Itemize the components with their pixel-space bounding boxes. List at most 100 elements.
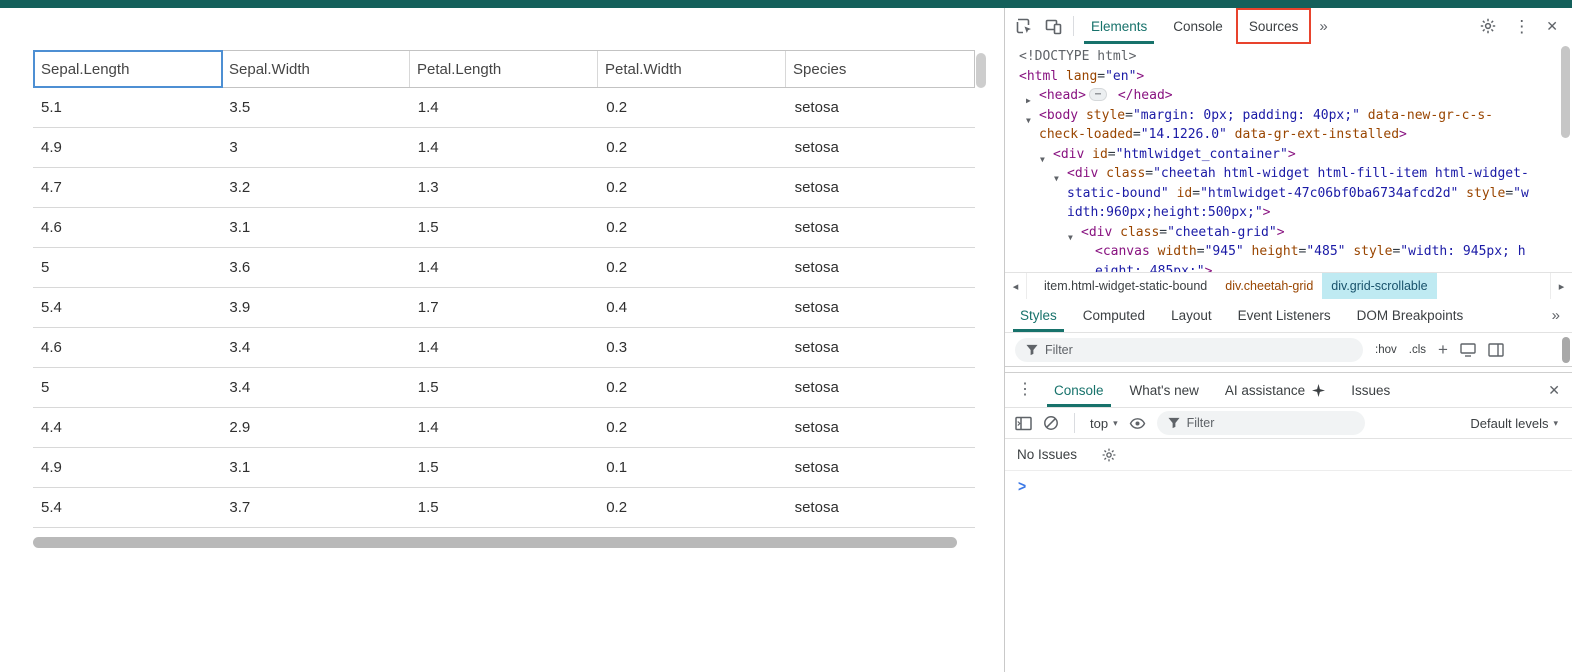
- column-header[interactable]: Sepal.Width: [222, 51, 410, 87]
- code-line[interactable]: <!DOCTYPE html>: [1005, 47, 1572, 67]
- table-cell[interactable]: 3.7: [221, 488, 409, 527]
- live-expression-eye-icon[interactable]: [1129, 417, 1146, 430]
- table-cell[interactable]: setosa: [787, 368, 975, 407]
- table-cell[interactable]: 3: [221, 128, 409, 167]
- breadcrumb-scroll-left-icon[interactable]: ◂: [1005, 273, 1027, 299]
- table-cell[interactable]: 0.2: [598, 88, 786, 127]
- table-cell[interactable]: 0.2: [598, 368, 786, 407]
- table-cell[interactable]: 3.6: [221, 248, 409, 287]
- table-cell[interactable]: 4.6: [33, 328, 221, 367]
- table-cell[interactable]: 1.4: [410, 248, 598, 287]
- table-cell[interactable]: setosa: [787, 248, 975, 287]
- table-vertical-scrollbar[interactable]: [976, 53, 986, 88]
- column-header[interactable]: Sepal.Length: [34, 51, 222, 87]
- table-cell[interactable]: 3.2: [221, 168, 409, 207]
- table-cell[interactable]: setosa: [787, 448, 975, 487]
- styles-tab-computed[interactable]: Computed: [1070, 299, 1158, 332]
- table-cell[interactable]: 5: [33, 368, 221, 407]
- table-cell[interactable]: 0.2: [598, 208, 786, 247]
- table-cell[interactable]: 4.4: [33, 408, 221, 447]
- table-cell[interactable]: setosa: [787, 488, 975, 527]
- drawer-menu-kebab-icon[interactable]: ⋮: [1005, 373, 1041, 407]
- new-style-rule-button[interactable]: +: [1438, 341, 1448, 358]
- table-cell[interactable]: 2.9: [221, 408, 409, 447]
- table-horizontal-scrollbar[interactable]: [33, 537, 957, 548]
- tab-sources[interactable]: Sources: [1236, 8, 1312, 44]
- table-cell[interactable]: 1.7: [410, 288, 598, 327]
- table-cell[interactable]: 4.9: [33, 448, 221, 487]
- console-prompt[interactable]: >: [1005, 471, 1572, 501]
- tab-console[interactable]: Console: [1160, 8, 1236, 44]
- device-toolbar-icon[interactable]: [1044, 17, 1063, 36]
- column-header[interactable]: Petal.Width: [598, 51, 786, 87]
- table-cell[interactable]: 0.2: [598, 488, 786, 527]
- styles-tab-styles[interactable]: Styles: [1007, 299, 1070, 332]
- table-cell[interactable]: setosa: [787, 88, 975, 127]
- table-cell[interactable]: 1.4: [410, 88, 598, 127]
- element-states-icon[interactable]: [1460, 343, 1476, 357]
- code-line[interactable]: ▶<head>⋯ </head>: [1005, 86, 1572, 106]
- table-cell[interactable]: setosa: [787, 208, 975, 247]
- table-cell[interactable]: 5: [33, 248, 221, 287]
- table-cell[interactable]: 1.3: [410, 168, 598, 207]
- drawer-tab-ai-assistance[interactable]: AI assistance: [1212, 373, 1338, 407]
- table-cell[interactable]: 0.2: [598, 248, 786, 287]
- more-panels-icon[interactable]: »: [1311, 8, 1335, 44]
- breadcrumb-scroll-right-icon[interactable]: ▸: [1550, 273, 1572, 299]
- table-cell[interactable]: 5.4: [33, 488, 221, 527]
- drawer-tab-console[interactable]: Console: [1041, 373, 1117, 407]
- clear-console-icon[interactable]: [1043, 415, 1059, 431]
- table-cell[interactable]: setosa: [787, 288, 975, 327]
- console-filter-input[interactable]: Filter: [1157, 411, 1365, 435]
- drawer-tab-what-s-new[interactable]: What's new: [1117, 373, 1212, 407]
- code-line[interactable]: check-loaded="14.1226.0" data-gr-ext-ins…: [1005, 125, 1572, 145]
- table-cell[interactable]: 5.4: [33, 288, 221, 327]
- computed-styles-sidebar-icon[interactable]: [1488, 343, 1504, 357]
- code-line[interactable]: static-bound" id="htmlwidget-47c06bf0ba6…: [1005, 184, 1572, 204]
- column-header[interactable]: Species: [786, 51, 974, 87]
- toggle-pseudo-state-button[interactable]: :hov: [1375, 344, 1397, 356]
- code-line[interactable]: eight: 485px;">: [1005, 262, 1572, 273]
- table-cell[interactable]: 0.3: [598, 328, 786, 367]
- table-cell[interactable]: setosa: [787, 328, 975, 367]
- tab-elements[interactable]: Elements: [1078, 8, 1160, 44]
- console-sidebar-icon[interactable]: [1015, 416, 1032, 431]
- table-cell[interactable]: 0.1: [598, 448, 786, 487]
- log-levels-selector[interactable]: Default levels ▾: [1470, 416, 1562, 431]
- styles-filter-input[interactable]: Filter: [1015, 338, 1363, 362]
- styles-tab-layout[interactable]: Layout: [1158, 299, 1225, 332]
- column-header[interactable]: Petal.Length: [410, 51, 598, 87]
- breadcrumb-item[interactable]: div.grid-scrollable: [1322, 273, 1436, 299]
- devtools-close-icon[interactable]: ✕: [1546, 19, 1558, 33]
- code-line[interactable]: ▼<div class="cheetah-grid">: [1005, 223, 1572, 243]
- table-cell[interactable]: 3.5: [221, 88, 409, 127]
- drawer-tab-issues[interactable]: Issues: [1338, 373, 1403, 407]
- table-cell[interactable]: 0.2: [598, 168, 786, 207]
- styles-tab-event-listeners[interactable]: Event Listeners: [1225, 299, 1344, 332]
- more-styles-tabs-icon[interactable]: »: [1544, 299, 1568, 332]
- table-cell[interactable]: 0.2: [598, 128, 786, 167]
- table-cell[interactable]: 1.5: [410, 208, 598, 247]
- code-line[interactable]: <canvas width="945" height="485" style="…: [1005, 242, 1572, 262]
- inline-expand-button[interactable]: ⋯: [1089, 88, 1107, 101]
- table-cell[interactable]: 4.6: [33, 208, 221, 247]
- code-line[interactable]: <html lang="en">: [1005, 67, 1572, 87]
- table-cell[interactable]: 1.5: [410, 368, 598, 407]
- table-cell[interactable]: 3.1: [221, 448, 409, 487]
- table-cell[interactable]: 1.5: [410, 488, 598, 527]
- table-cell[interactable]: 5.1: [33, 88, 221, 127]
- code-line[interactable]: ▼<body style="margin: 0px; padding: 40px…: [1005, 106, 1572, 126]
- table-cell[interactable]: setosa: [787, 128, 975, 167]
- inspect-element-icon[interactable]: [1015, 17, 1034, 36]
- devtools-menu-kebab-icon[interactable]: ⋮: [1513, 18, 1530, 35]
- table-cell[interactable]: 3.1: [221, 208, 409, 247]
- console-settings-gear-icon[interactable]: [1101, 447, 1117, 463]
- code-line[interactable]: ▼<div id="htmlwidget_container">: [1005, 145, 1572, 165]
- breadcrumb-item[interactable]: item.html-widget-static-bound: [1035, 273, 1216, 299]
- table-cell[interactable]: 3.9: [221, 288, 409, 327]
- table-cell[interactable]: setosa: [787, 168, 975, 207]
- styles-scrollbar[interactable]: [1562, 337, 1570, 363]
- table-cell[interactable]: 0.2: [598, 408, 786, 447]
- table-cell[interactable]: 1.4: [410, 128, 598, 167]
- table-cell[interactable]: 4.9: [33, 128, 221, 167]
